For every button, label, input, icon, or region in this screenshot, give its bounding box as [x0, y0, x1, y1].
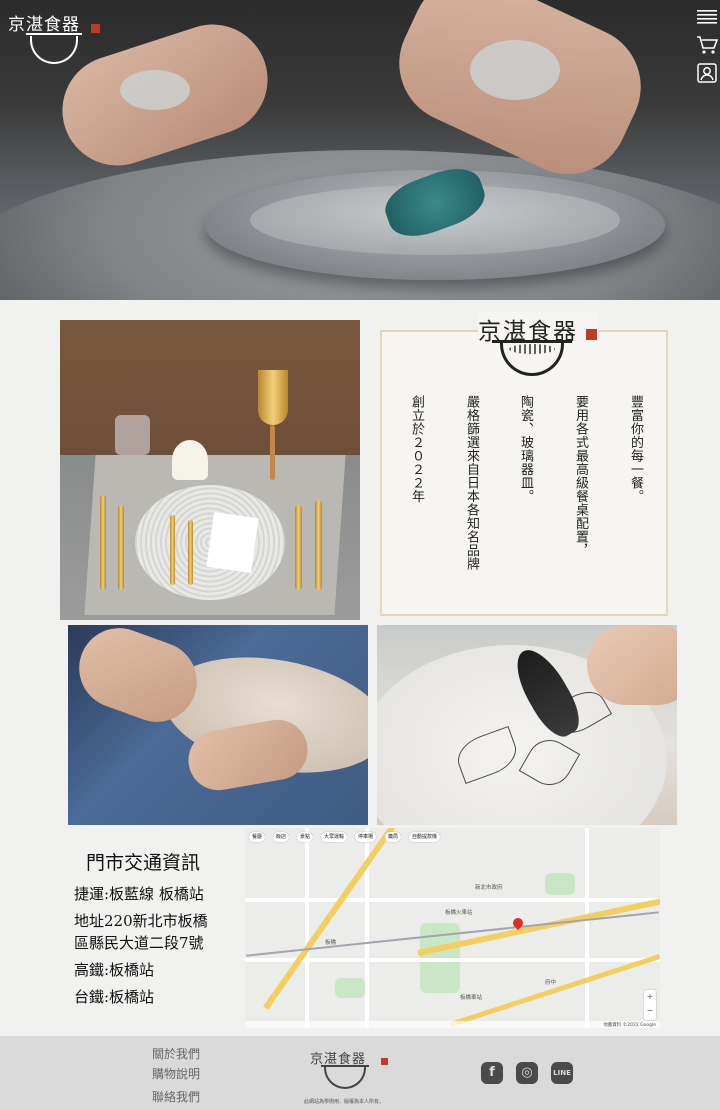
- map-zoom-control[interactable]: + −: [644, 990, 656, 1020]
- map-filter-pharmacy[interactable]: 藥局: [385, 832, 402, 842]
- map-filter-hotel[interactable]: 飯店: [273, 832, 290, 842]
- hero-banner: 京湛食器: [0, 0, 720, 300]
- store-hsr: 高鐵:板橋站: [74, 961, 155, 979]
- map-filter-transit[interactable]: 大眾運輸: [321, 832, 348, 842]
- bowl-icon: [26, 33, 82, 64]
- map-filter-atm[interactable]: 自動提款機: [409, 832, 441, 842]
- account-button[interactable]: [696, 62, 718, 84]
- top-nav: [694, 0, 720, 84]
- store-mrt: 捷運:板藍線 板橋站: [74, 885, 204, 903]
- intro-text-col-5: 創立於２０２２年: [409, 395, 424, 503]
- seal-icon: [381, 1058, 388, 1065]
- footer-link-shopping[interactable]: 購物說明: [152, 1065, 200, 1082]
- painting-plate-photo: [377, 625, 677, 825]
- clay-plate-photo: [68, 625, 368, 825]
- line-icon[interactable]: LINE: [551, 1062, 573, 1084]
- map-filter-restaurant[interactable]: 餐廳: [249, 832, 266, 842]
- site-logo[interactable]: 京湛食器: [8, 10, 100, 64]
- intro-text-col-2: 要用各式最高級餐桌配置，: [573, 395, 588, 557]
- menu-button[interactable]: [696, 6, 718, 28]
- store-address-line1: 地址220新北市板橋: [74, 912, 208, 930]
- user-icon: [697, 63, 717, 83]
- bowl-icon: [500, 342, 564, 376]
- table-setting-photo: [60, 320, 360, 620]
- intro-text-col-3: 陶瓷、玻璃器皿。: [518, 395, 533, 503]
- intro-logo: 京湛食器: [478, 312, 598, 378]
- store-tra: 台鐵:板橋站: [74, 988, 155, 1006]
- store-address-line2: 區縣民大道二段7號: [74, 934, 204, 952]
- facebook-icon[interactable]: f: [481, 1062, 503, 1084]
- hamburger-icon: [697, 10, 717, 24]
- intro-text-col-1: 豐富你的每一餐。: [628, 395, 643, 503]
- seal-icon: [586, 329, 597, 340]
- intro-text-col-4: 嚴格篩選來自日本各知名品牌: [464, 395, 479, 571]
- site-footer: 關於我們 購物說明 聯絡我們 京湛食器 此網站為學術用、版權為本人所有。 f ◎…: [0, 1036, 720, 1110]
- map-filter-parking[interactable]: 停車場: [355, 832, 377, 842]
- footer-link-about[interactable]: 關於我們: [152, 1045, 200, 1062]
- cart-icon: [697, 36, 718, 54]
- footer-copyright: 此網站為學術用、版權為本人所有。: [304, 1099, 385, 1105]
- footer-link-contact[interactable]: 聯絡我們: [152, 1088, 200, 1105]
- map-filter-attraction[interactable]: 景點: [297, 832, 314, 842]
- instagram-icon[interactable]: ◎: [516, 1062, 538, 1084]
- store-map[interactable]: 餐廳 飯店 景點 大眾運輸 停車場 藥局 自動提款機 板橋火車站 新北市政府 板…: [245, 828, 660, 1028]
- footer-logo[interactable]: 京湛食器: [310, 1048, 390, 1094]
- bowl-icon: [321, 1065, 369, 1089]
- store-info-title: 門市交通資訊: [86, 852, 201, 874]
- cart-button[interactable]: [696, 34, 718, 56]
- seal-icon: [91, 24, 100, 33]
